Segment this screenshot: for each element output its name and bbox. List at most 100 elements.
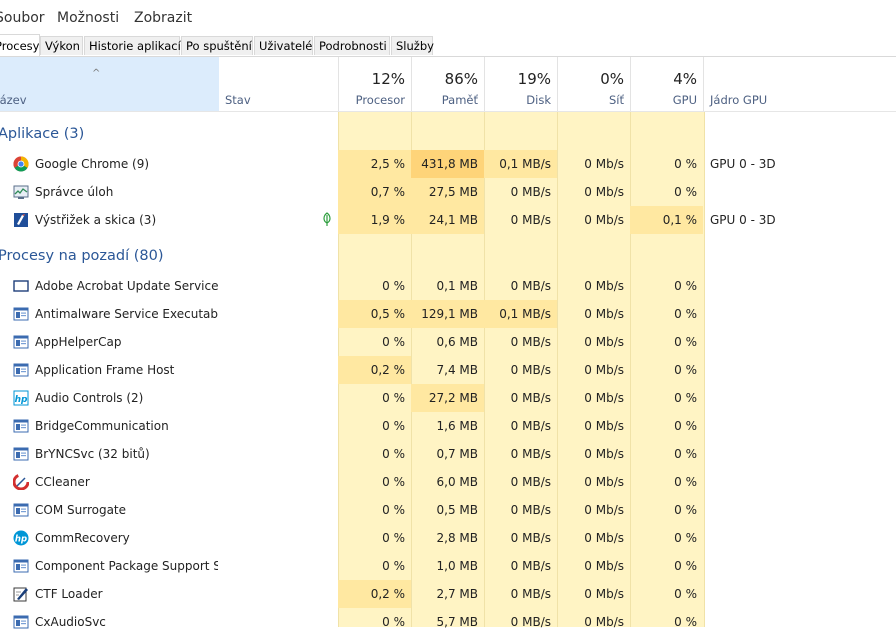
service-icon — [13, 446, 29, 462]
header-gpu[interactable]: 4% GPU — [630, 57, 703, 111]
task-manager-icon — [13, 184, 29, 200]
disk-cell: 0 MB/s — [510, 531, 551, 545]
header-disk-label: Disk — [526, 93, 551, 107]
process-name: BridgeCommunication — [35, 419, 169, 433]
cpu-cell: 0,2 % — [338, 580, 411, 608]
ctf-pen-icon — [13, 586, 29, 602]
process-name: Application Frame Host — [35, 363, 175, 377]
background-row[interactable]: Component Package Support S... 0 % 1,0 MB 0… — [0, 552, 896, 580]
background-row[interactable]: Antimalware Service Executable 0,5 % 129,1… — [0, 300, 896, 328]
background-row[interactable]: COM Surrogate 0 % 0,5 MB 0 MB/s 0 Mb/s 0 % — [0, 496, 896, 524]
memory-cell: 129,1 MB — [411, 300, 484, 328]
tab-app-history[interactable]: Historie aplikací — [84, 36, 181, 55]
cpu-cell: 0 % — [382, 615, 405, 629]
gpu-cell: 0 % — [674, 279, 697, 293]
network-cell: 0 Mb/s — [584, 157, 624, 171]
suspended-leaf-icon — [322, 212, 332, 227]
group-background-title[interactable]: Procesy na pozadí (80) — [0, 248, 164, 264]
process-name: CommRecovery — [35, 531, 130, 545]
cpu-cell: 0,7 % — [338, 178, 411, 206]
header-name-label: Název — [0, 93, 27, 107]
header-gpu-pct: 4% — [673, 70, 697, 88]
cpu-cell: 0 % — [382, 391, 405, 405]
apps-row[interactable]: Google Chrome (9) 2,5 % 431,8 MB 0,1 MB/s 0 … — [0, 150, 896, 178]
gpu-cell: 0 % — [674, 307, 697, 321]
memory-cell: 1,6 MB — [436, 419, 478, 433]
background-row[interactable]: BridgeCommunication 0 % 1,6 MB 0 MB/s 0 Mb/s… — [0, 412, 896, 440]
cpu-cell: 0 % — [382, 531, 405, 545]
process-name: Výstřižek a skica (3) — [35, 213, 157, 227]
gpu-cell: 0 % — [674, 503, 697, 517]
group-apps-title[interactable]: Aplikace (3) — [0, 126, 84, 142]
tab-performance[interactable]: Výkon — [40, 36, 83, 55]
memory-cell: 2,8 MB — [436, 531, 478, 545]
disk-cell: 0 MB/s — [510, 391, 551, 405]
header-gpu-label: GPU — [672, 93, 697, 107]
memory-cell: 6,0 MB — [436, 475, 478, 489]
header-cpu-label: Procesor — [355, 93, 405, 107]
background-row[interactable]: Adobe Acrobat Update Service (... 0 % 0,1 … — [0, 272, 896, 300]
gpu-cell: 0 % — [674, 363, 697, 377]
network-cell: 0 Mb/s — [584, 503, 624, 517]
background-row[interactable]: CCleaner 0 % 6,0 MB 0 MB/s 0 Mb/s 0 % — [0, 468, 896, 496]
disk-cell: 0 MB/s — [510, 475, 551, 489]
gpu-engine-cell: GPU 0 - 3D — [710, 157, 776, 171]
menu-options[interactable]: Možnosti — [57, 10, 119, 26]
gpu-cell: 0 % — [674, 185, 697, 199]
process-name: AppHelperCap — [35, 335, 122, 349]
background-row[interactable]: CTF Loader 0,2 % 2,7 MB 0 MB/s 0 Mb/s 0 % — [0, 580, 896, 608]
memory-cell: 0,5 MB — [436, 503, 478, 517]
background-row[interactable]: hp Audio Controls (2) 0 % 27,2 MB 0 MB/s 0 Mb… — [0, 384, 896, 412]
tab-details[interactable]: Podrobnosti — [314, 36, 390, 55]
header-status-label: Stav — [225, 93, 251, 107]
tab-startup[interactable]: Po spuštění — [181, 36, 253, 55]
hp-square-icon: hp — [13, 390, 29, 406]
header-cpu[interactable]: 12% Procesor — [338, 57, 411, 111]
header-status[interactable]: Stav — [219, 57, 338, 111]
header-name[interactable]: ^ Název — [0, 57, 219, 111]
background-row[interactable]: AppHelperCap 0 % 0,6 MB 0 MB/s 0 Mb/s 0 % — [0, 328, 896, 356]
sort-up-icon: ^ — [92, 68, 101, 79]
cpu-cell: 1,9 % — [338, 206, 411, 234]
process-name: Antimalware Service Executable — [35, 307, 218, 321]
apps-row[interactable]: Výstřižek a skica (3) 1,9 % 24,1 MB 0 MB/s 0… — [0, 206, 896, 234]
process-name: Component Package Support S... — [35, 559, 218, 573]
background-row[interactable]: CxAudioSvc 0 % 5,7 MB 0 MB/s 0 Mb/s 0 % — [0, 608, 896, 636]
network-cell: 0 Mb/s — [584, 335, 624, 349]
header-memory-label: Paměť — [441, 93, 478, 107]
tab-services[interactable]: Služby — [391, 36, 434, 55]
column-header: ^ Název Stav 12% Procesor 86% Paměť 19% … — [0, 57, 896, 112]
gpu-cell: 0 % — [674, 475, 697, 489]
process-name: CCleaner — [35, 475, 90, 489]
header-disk[interactable]: 19% Disk — [484, 57, 557, 111]
menu-bar: Soubor Možnosti Zobrazit — [0, 0, 896, 34]
header-memory[interactable]: 86% Paměť — [411, 57, 484, 111]
service-icon — [13, 418, 29, 434]
header-gpu-engine[interactable]: Jádro GPU — [703, 57, 896, 111]
header-network[interactable]: 0% Síť — [557, 57, 630, 111]
memory-cell: 2,7 MB — [436, 587, 478, 601]
gpu-cell: 0 % — [674, 559, 697, 573]
background-row[interactable]: Application Frame Host 0,2 % 7,4 MB 0 MB/s 0… — [0, 356, 896, 384]
disk-cell: 0 MB/s — [510, 335, 551, 349]
tab-users[interactable]: Uživatelé — [254, 36, 313, 55]
tab-processes[interactable]: Procesy — [0, 34, 40, 56]
memory-cell: 0,6 MB — [436, 335, 478, 349]
service-icon — [13, 306, 29, 322]
network-cell: 0 Mb/s — [584, 363, 624, 377]
disk-cell: 0 MB/s — [510, 363, 551, 377]
gpu-cell: 0,1 % — [630, 206, 703, 234]
process-name: CTF Loader — [35, 587, 103, 601]
memory-cell: 27,5 MB — [411, 178, 484, 206]
network-cell: 0 Mb/s — [584, 279, 624, 293]
apps-row[interactable]: Správce úloh 0,7 % 27,5 MB 0 MB/s 0 Mb/s 0 % — [0, 178, 896, 206]
cpu-cell: 0,2 % — [338, 356, 411, 384]
background-row[interactable]: BrYNCSvc (32 bitů) 0 % 0,7 MB 0 MB/s 0 Mb/s 0… — [0, 440, 896, 468]
disk-cell: 0 MB/s — [510, 279, 551, 293]
background-row[interactable]: hp CommRecovery 0 % 2,8 MB 0 MB/s 0 Mb/s 0 % — [0, 524, 896, 552]
menu-file[interactable]: Soubor — [0, 10, 45, 26]
menu-view[interactable]: Zobrazit — [134, 10, 192, 26]
cpu-cell: 0 % — [382, 559, 405, 573]
network-cell: 0 Mb/s — [584, 587, 624, 601]
memory-cell: 431,8 MB — [411, 150, 484, 178]
